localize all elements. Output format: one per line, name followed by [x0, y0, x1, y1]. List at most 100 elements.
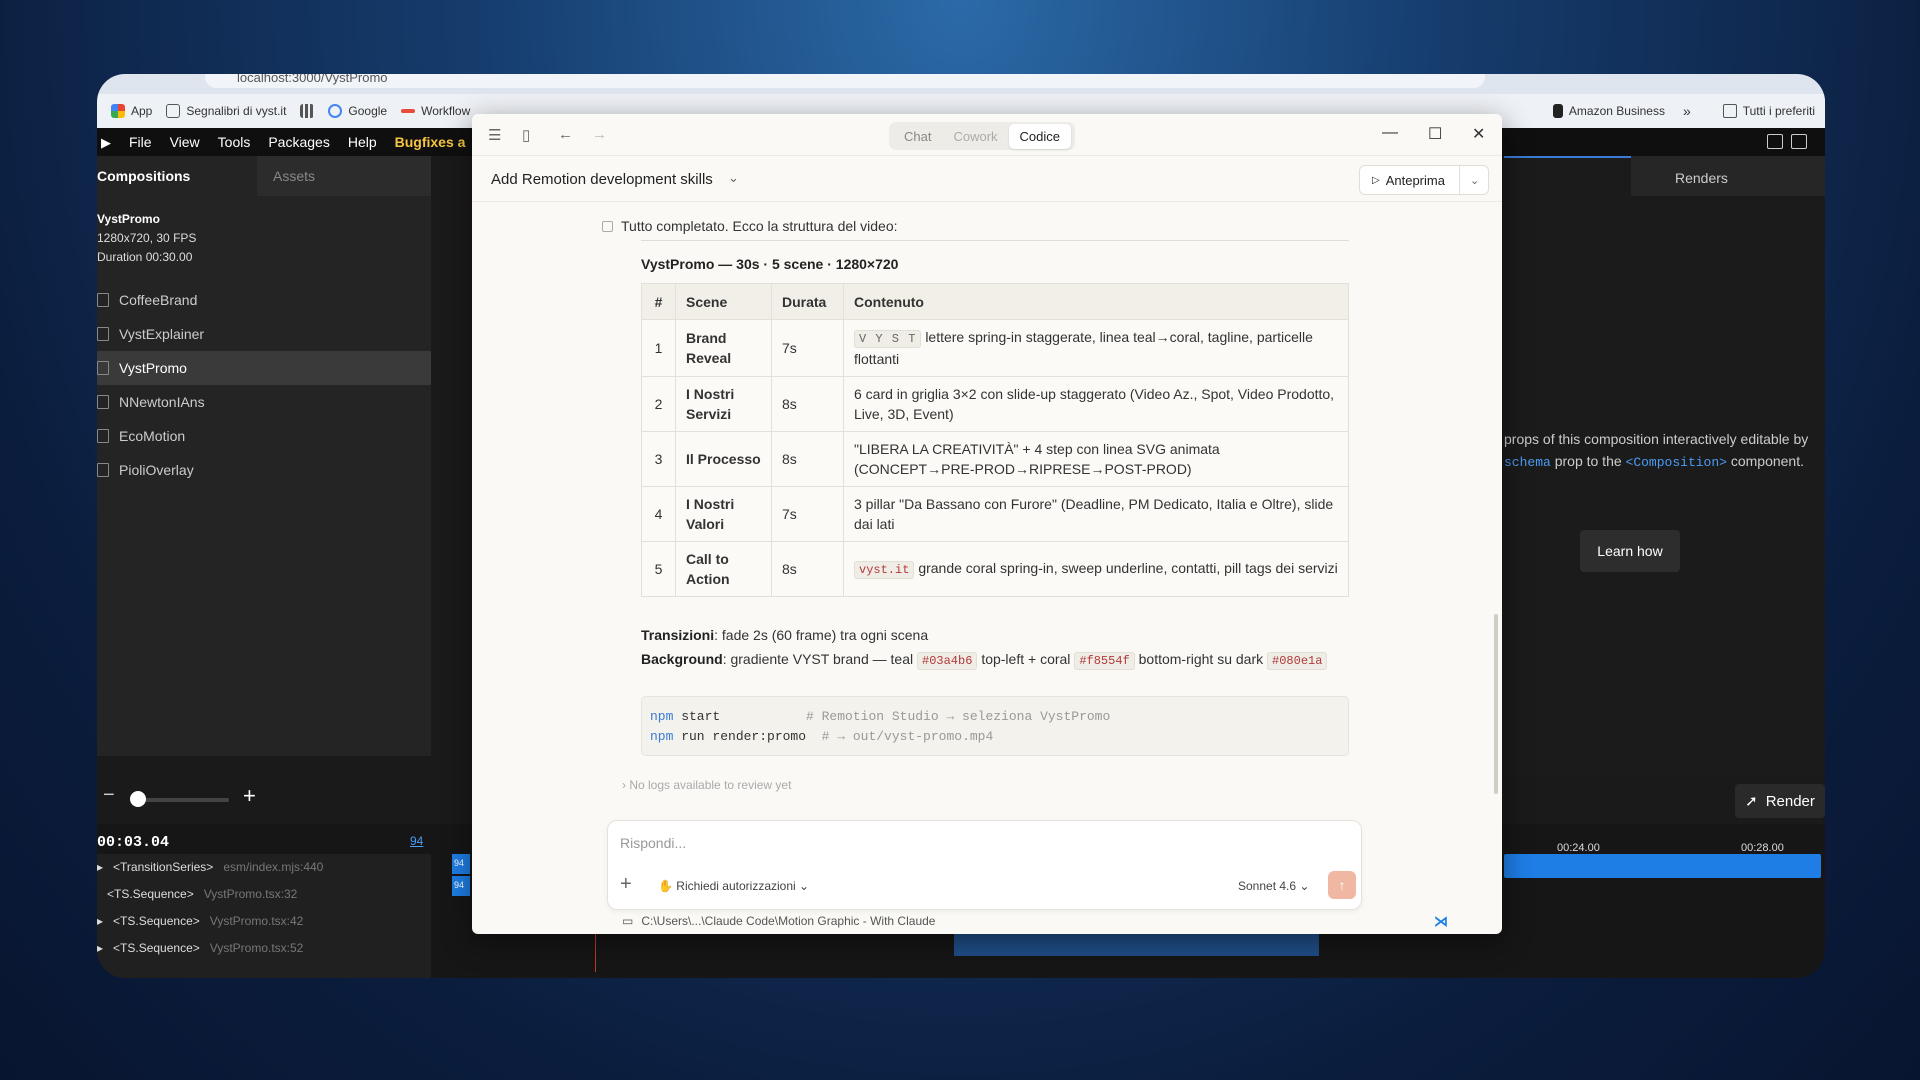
add-attachment-icon[interactable]: + — [620, 873, 632, 896]
scenes-table: # Scene Durata Contenuto 1 Brand Reveal … — [641, 283, 1349, 597]
sequence-block[interactable] — [954, 932, 1319, 956]
track-source[interactable]: esm/index.mjs:440 — [223, 860, 323, 874]
composition-item[interactable]: EcoMotion — [97, 419, 431, 453]
bookmark-label: Google — [348, 104, 388, 118]
scrollbar[interactable] — [1494, 614, 1498, 794]
permissions-dropdown[interactable]: ✋ Richiedi autorizzazioni ⌄ — [658, 879, 809, 893]
reply-input[interactable]: Rispondi... — [620, 835, 686, 851]
menu-tools[interactable]: Tools — [218, 134, 251, 150]
chevron-down-icon[interactable]: ⌄ — [1460, 174, 1479, 187]
url-text[interactable]: localhost:3000/VystPromo — [237, 74, 388, 85]
model-label: Sonnet 4.6 — [1238, 879, 1297, 893]
learn-how-button[interactable]: Learn how — [1580, 530, 1680, 572]
bookmark-label: App — [131, 104, 153, 118]
preview-button[interactable]: ▷ Anteprima ⌄ — [1359, 165, 1489, 195]
film-icon — [97, 293, 109, 307]
mode-chat[interactable]: Chat — [893, 124, 942, 149]
right-panel-toggle-icon[interactable] — [1791, 134, 1807, 149]
composition-item[interactable]: CoffeeBrand — [97, 283, 431, 317]
tab-renders[interactable]: Renders — [1631, 156, 1825, 196]
scene-number: 3 — [641, 431, 676, 487]
expand-icon[interactable]: ▸ — [97, 914, 103, 928]
bookmark-label: Amazon Business — [1568, 104, 1665, 118]
expand-icon[interactable]: ▸ — [97, 941, 103, 955]
menu-bugfixes[interactable]: Bugfixes a — [395, 134, 466, 150]
menu-view[interactable]: View — [170, 134, 200, 150]
scene-content: 3 pillar "Da Bassano con Furore" (Deadli… — [843, 486, 1349, 542]
track-source[interactable]: VystPromo.tsx:32 — [204, 887, 298, 901]
vscode-icon[interactable]: ⋊ — [1434, 913, 1450, 929]
path-text: C:\Users\...\Claude Code\Motion Graphic … — [641, 914, 936, 928]
preview-label-wrap[interactable]: ▷ Anteprima — [1360, 166, 1460, 194]
track-row[interactable]: ▸ <TS.Sequence> VystPromo.tsx:42 — [97, 914, 303, 928]
zoom-slider[interactable] — [135, 798, 229, 802]
claude-window: ☰ ▯ ← → Chat Cowork Codice — ☐ ✕ Add Rem… — [472, 114, 1502, 934]
code-block[interactable]: npm start # Remotion Studio → seleziona … — [641, 696, 1349, 756]
hint-text: prop to the — [1554, 453, 1622, 469]
apps-icon — [111, 104, 125, 118]
zoom-in-icon[interactable]: + — [243, 783, 256, 809]
minimize-icon[interactable]: — — [1382, 124, 1398, 142]
mode-codice[interactable]: Codice — [1008, 123, 1072, 149]
menu-icon[interactable]: ☰ — [488, 126, 501, 144]
bookmark-apps[interactable]: App — [111, 104, 152, 118]
more-bookmarks-icon[interactable]: » — [1683, 103, 1691, 119]
menu-packages[interactable]: Packages — [268, 134, 329, 150]
expand-icon[interactable]: ▸ — [97, 860, 103, 874]
address-bar[interactable] — [205, 74, 1485, 88]
track-row[interactable]: ▸ <TS.Sequence> VystPromo.tsx:52 — [97, 941, 303, 955]
composition-item-selected[interactable]: VystPromo — [97, 351, 431, 385]
bookmark-amazon[interactable]: Amazon Business — [1552, 104, 1665, 118]
frame-number[interactable]: 94 — [410, 834, 423, 848]
table-header-row: # Scene Durata Contenuto — [641, 283, 1349, 320]
zoom-out-icon[interactable]: − — [103, 784, 115, 807]
sequence-block[interactable] — [1504, 854, 1821, 878]
track-source[interactable]: VystPromo.tsx:52 — [210, 941, 304, 955]
session-title[interactable]: Add Remotion development skills — [491, 171, 713, 188]
composition-item[interactable]: NNewtonIAns — [97, 385, 431, 419]
bookmark-vyst[interactable]: Segnalibri di vyst.it — [166, 104, 286, 118]
composition-item[interactable]: VystExplainer — [97, 317, 431, 351]
render-label: Render — [1765, 792, 1815, 810]
scene-name: Brand Reveal — [675, 319, 772, 377]
left-panel-toggle-icon[interactable] — [1767, 134, 1783, 149]
track-row[interactable]: ▸ <TransitionSeries> esm/index.mjs:440 — [97, 860, 323, 874]
film-icon — [97, 327, 109, 341]
timecode: 00:03.04 — [97, 834, 170, 851]
scene-number: 4 — [641, 486, 676, 542]
mode-cowork[interactable]: Cowork — [942, 124, 1008, 149]
forward-icon[interactable]: → — [592, 126, 607, 143]
maximize-icon[interactable]: ☐ — [1428, 124, 1442, 144]
sidebar-toggle-icon[interactable]: ▯ — [522, 126, 530, 144]
menu-file[interactable]: File — [129, 134, 152, 150]
bookmark-google[interactable]: Google — [328, 104, 387, 118]
sequence-block[interactable]: 94 — [452, 854, 470, 874]
tab-compositions[interactable]: Compositions — [97, 156, 257, 196]
chevron-down-icon[interactable]: ⌄ — [728, 170, 739, 186]
send-button[interactable]: ↑ — [1328, 871, 1356, 899]
bookmark-all[interactable]: Tutti i preferiti — [1722, 104, 1815, 118]
sequence-block[interactable]: 94 — [452, 876, 470, 896]
table-row: 5 Call to Action 8s vyst.it grande coral… — [641, 541, 1349, 597]
bookmark-grid[interactable] — [300, 104, 315, 118]
tab-assets[interactable]: Assets — [257, 156, 431, 196]
logs-note[interactable]: › No logs available to review yet — [622, 778, 791, 792]
composition-resolution: 1280x720, 30 FPS — [97, 231, 197, 245]
conversation: Tutto completato. Ecco la struttura del … — [472, 204, 1502, 804]
working-directory[interactable]: ▭ C:\Users\...\Claude Code\Motion Graphic… — [622, 914, 935, 928]
model-selector[interactable]: Sonnet 4.6 ⌄ — [1238, 879, 1309, 893]
bookmark-workflow[interactable]: Workflow — [401, 104, 470, 118]
track-source[interactable]: VystPromo.tsx:42 — [210, 914, 304, 928]
copy-icon[interactable] — [602, 220, 613, 232]
back-icon[interactable]: ← — [558, 126, 573, 143]
render-button[interactable]: ➚ Render — [1735, 784, 1825, 818]
close-icon[interactable]: ✕ — [1472, 124, 1485, 144]
zoom-slider-knob[interactable] — [130, 791, 146, 807]
inline-code: #03a4b6 — [917, 652, 978, 670]
menu-help[interactable]: Help — [348, 134, 377, 150]
table-row: 4 I Nostri Valori 7s 3 pillar "Da Bassan… — [641, 486, 1349, 542]
composition-item[interactable]: PioliOverlay — [97, 453, 431, 487]
code-comment: # → out/vyst-promo.mp4 — [821, 729, 994, 744]
column-header: Durata — [771, 283, 844, 320]
track-row[interactable]: <TS.Sequence> VystPromo.tsx:32 — [107, 887, 297, 901]
